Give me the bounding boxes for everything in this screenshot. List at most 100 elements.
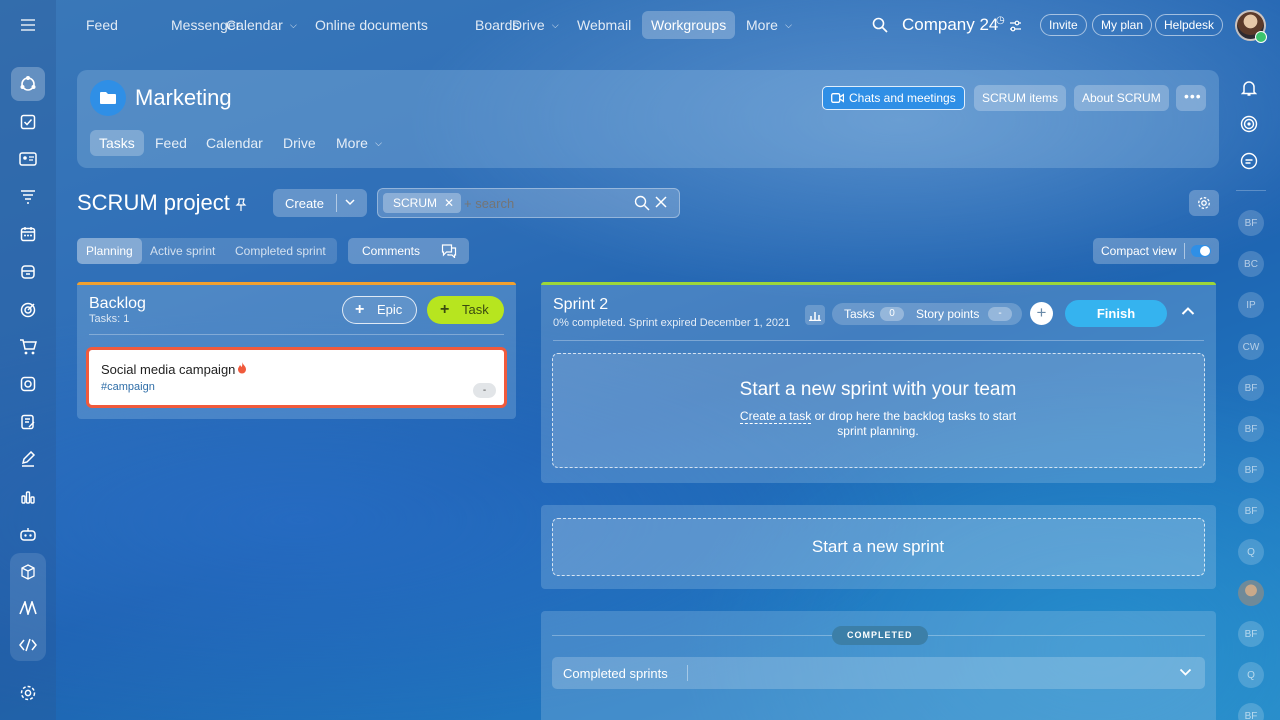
robot-icon[interactable]	[11, 517, 45, 551]
chat-icon[interactable]	[1240, 152, 1258, 170]
cart-icon[interactable]	[11, 330, 45, 364]
tab-drive[interactable]: Drive	[274, 130, 325, 156]
tab-calendar[interactable]: Calendar	[197, 130, 272, 156]
box-icon[interactable]	[11, 555, 45, 589]
contact-avatar-photo[interactable]	[1238, 580, 1264, 606]
sprint-sp-value: -	[988, 307, 1012, 321]
market-icon[interactable]	[11, 591, 45, 625]
chevron-down-icon: ⌵	[290, 20, 297, 30]
view-switcher: Planning Active sprint Completed sprint	[77, 238, 337, 264]
task-name[interactable]: Social media campaign	[101, 362, 235, 377]
sliders-icon[interactable]	[1009, 20, 1022, 32]
contact-avatar[interactable]: BF	[1238, 703, 1264, 720]
sprint-drop-zone[interactable]: Start a new sprint with your team Create…	[552, 353, 1205, 468]
collab-icon[interactable]	[11, 67, 45, 101]
sprint-color-bar	[541, 282, 1216, 285]
toggle-knob	[1200, 246, 1210, 256]
backlog-color-bar	[77, 282, 516, 285]
pen-icon[interactable]	[11, 442, 45, 476]
sprint-panel: Sprint 2 0% completed. Sprint expired De…	[541, 282, 1216, 483]
new-sprint-zone[interactable]: Start a new sprint	[552, 518, 1205, 576]
nav-calendar[interactable]: Calendar ⌵	[217, 11, 303, 39]
contact-avatar[interactable]: BF	[1238, 457, 1264, 483]
create-task-link[interactable]: Create a task	[739, 409, 812, 424]
nav-calendar-label: Calendar	[226, 17, 283, 33]
about-scrum-button[interactable]: About SCRUM	[1074, 85, 1169, 111]
contact-avatar[interactable]: CW	[1238, 334, 1264, 360]
contact-avatar[interactable]: IP	[1238, 292, 1264, 318]
add-epic-label: Epic	[377, 302, 403, 317]
burndown-chart-icon[interactable]	[805, 305, 825, 325]
search-input[interactable]	[464, 194, 624, 212]
compact-divider	[1184, 243, 1185, 259]
tab-tasks[interactable]: Tasks	[90, 130, 144, 156]
contact-avatar[interactable]: BF	[1238, 210, 1264, 236]
comments-button[interactable]: Comments	[348, 238, 469, 264]
settings-gear-icon[interactable]	[11, 676, 45, 710]
board-settings-icon[interactable]	[1189, 190, 1219, 216]
chevron-up-icon[interactable]	[1181, 306, 1195, 316]
nav-more[interactable]: More ⌵	[737, 11, 798, 39]
backlog-task-card[interactable]: Social media campaign #campaign -	[86, 347, 507, 408]
tasks-icon[interactable]	[11, 105, 45, 139]
filter-icon[interactable]	[11, 180, 45, 214]
contact-avatar[interactable]: Q	[1238, 539, 1264, 565]
contact-center-icon[interactable]	[11, 367, 45, 401]
bell-icon[interactable]	[1241, 79, 1257, 97]
tab-planning[interactable]: Planning	[77, 238, 142, 264]
sprint-title: Sprint 2	[553, 296, 609, 313]
compact-view-toggle[interactable]	[1191, 245, 1211, 257]
store-icon[interactable]	[11, 255, 45, 289]
copilot-icon[interactable]	[1240, 115, 1258, 133]
more-dots-icon[interactable]: •••	[1176, 85, 1206, 111]
close-icon[interactable]: ✕	[444, 193, 454, 213]
task-tag[interactable]: #campaign	[101, 381, 155, 393]
contact-avatar[interactable]: Q	[1238, 662, 1264, 688]
task-story-points[interactable]: -	[473, 383, 496, 398]
create-button[interactable]: Create	[273, 189, 367, 217]
add-task-button[interactable]: + Task	[427, 296, 504, 324]
contact-avatar[interactable]: BC	[1238, 251, 1264, 277]
code-icon[interactable]	[11, 628, 45, 662]
scrum-items-button[interactable]: SCRUM items	[974, 85, 1067, 111]
clear-icon[interactable]	[654, 195, 668, 209]
chats-meetings-label: Chats and meetings	[849, 91, 956, 105]
contact-avatar[interactable]: BF	[1238, 416, 1264, 442]
nav-webmail[interactable]: Webmail	[568, 11, 640, 39]
add-epic-button[interactable]: + Epic	[342, 296, 418, 324]
target-icon[interactable]	[11, 293, 45, 327]
finish-sprint-button[interactable]: Finish	[1065, 300, 1167, 327]
calendar-icon[interactable]	[11, 217, 45, 251]
project-title: SCRUM project	[77, 190, 230, 215]
filter-search-box[interactable]: SCRUM ✕	[377, 188, 680, 218]
completed-sprints-row[interactable]: Completed sprints	[552, 657, 1205, 689]
chevron-down-icon[interactable]	[344, 196, 356, 208]
company-logo[interactable]: Company 24	[902, 15, 998, 35]
nav-drive[interactable]: Drive ⌵	[503, 11, 565, 39]
invite-button[interactable]: Invite	[1040, 14, 1087, 36]
tab-feed[interactable]: Feed	[146, 130, 196, 156]
contact-avatar[interactable]: BF	[1238, 498, 1264, 524]
compact-view-label: Compact view	[1101, 244, 1177, 258]
menu-icon[interactable]	[11, 8, 45, 42]
contact-avatar[interactable]: BF	[1238, 621, 1264, 647]
tab-active-sprint[interactable]: Active sprint	[141, 238, 224, 264]
helpdesk-button[interactable]: Helpdesk	[1155, 14, 1224, 36]
chevron-down-icon[interactable]	[1179, 668, 1192, 677]
nav-workgroups[interactable]: Workgroups	[642, 11, 736, 39]
analytics-icon[interactable]	[11, 480, 45, 514]
contact-avatar[interactable]: BF	[1238, 375, 1264, 401]
add-icon[interactable]: +	[1030, 302, 1053, 325]
search-icon[interactable]	[634, 195, 650, 211]
tab-completed-sprint[interactable]: Completed sprint	[226, 238, 335, 264]
pin-icon[interactable]	[235, 198, 247, 212]
nav-feed[interactable]: Feed	[77, 11, 127, 39]
crm-icon[interactable]	[11, 142, 45, 176]
my-plan-button[interactable]: My plan	[1092, 14, 1153, 36]
tab-more[interactable]: More ⌵	[327, 130, 388, 156]
sign-icon[interactable]	[11, 405, 45, 439]
nav-online-documents[interactable]: Online documents	[306, 11, 437, 39]
chats-meetings-button[interactable]: Chats and meetings	[822, 86, 965, 110]
search-icon[interactable]	[872, 17, 888, 33]
filter-tag[interactable]: SCRUM ✕	[383, 193, 461, 213]
